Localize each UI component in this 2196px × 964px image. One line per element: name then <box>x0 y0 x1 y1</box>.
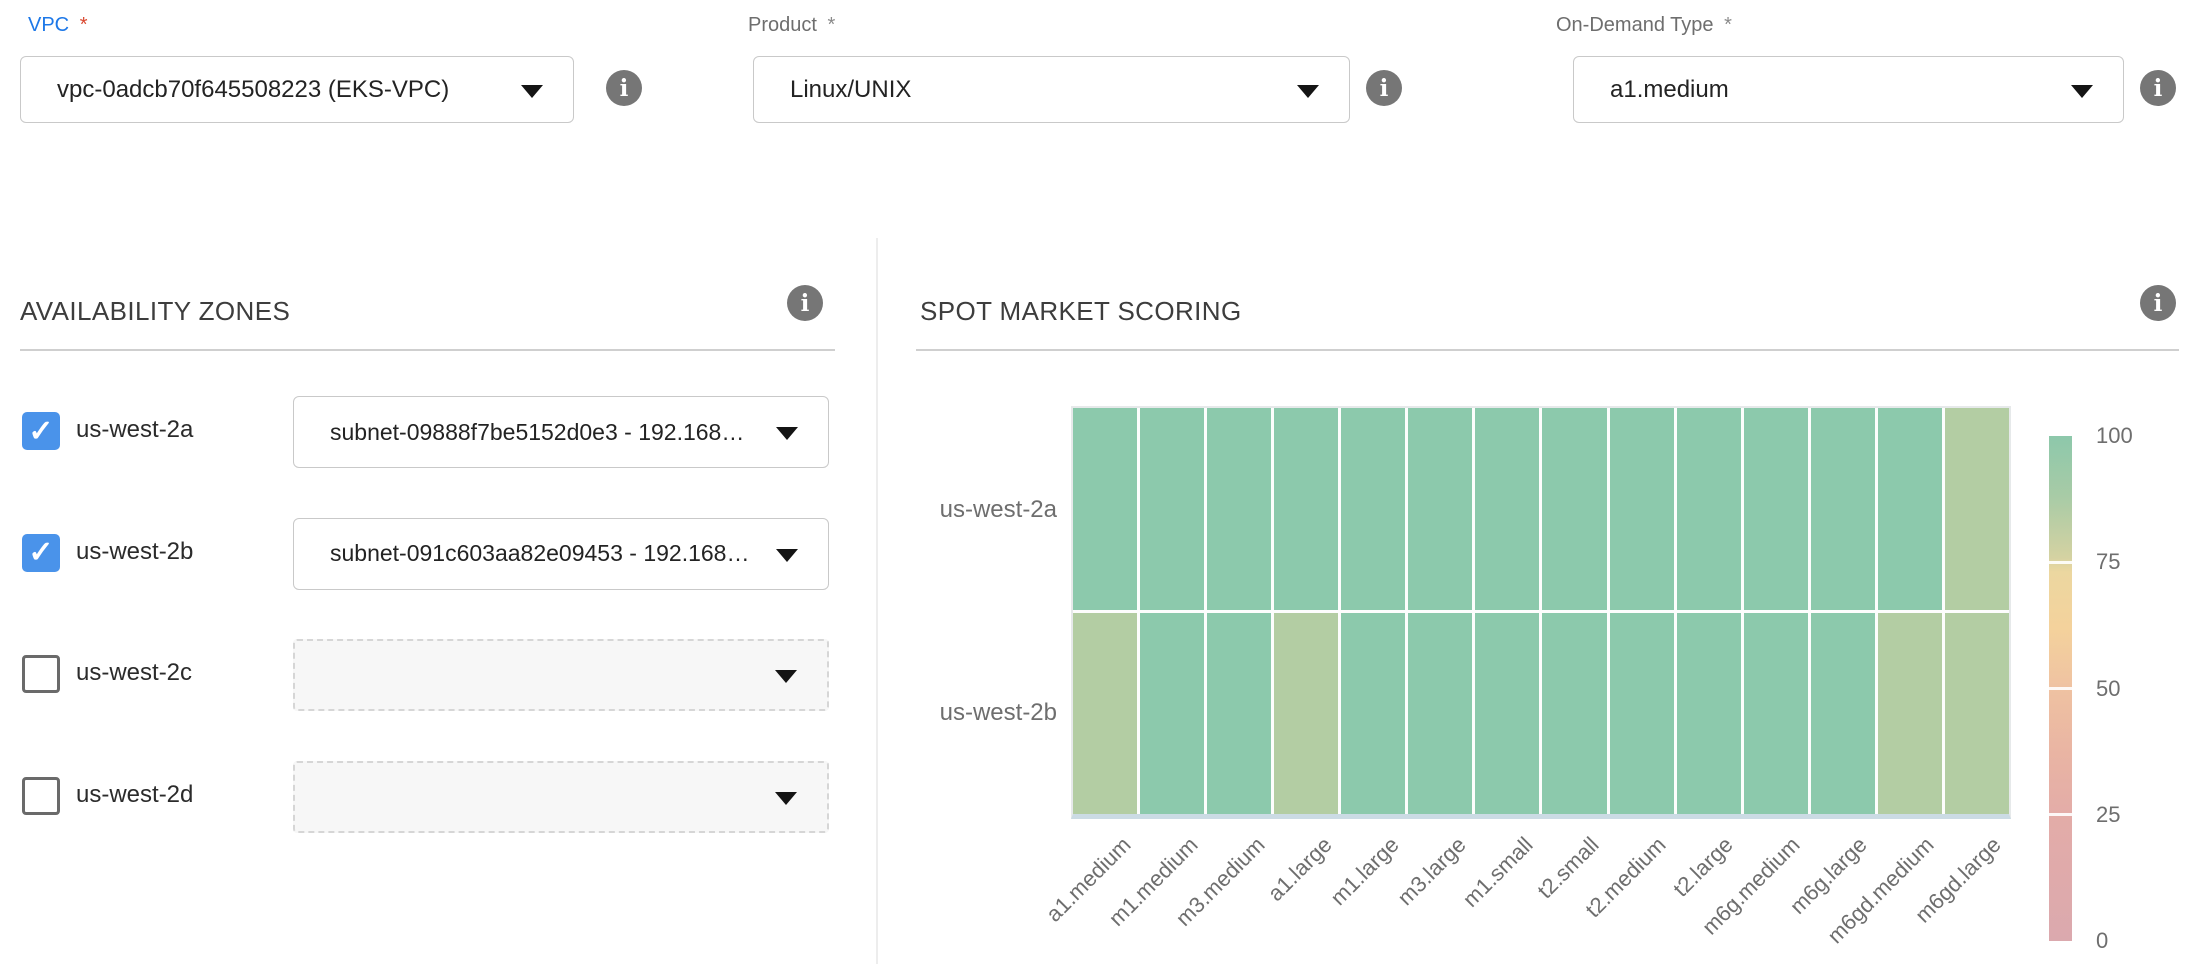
zone-label-us-west-2a: us-west-2a <box>76 416 193 444</box>
spot-market-scoring-rule <box>916 349 2179 351</box>
heatmap-cell-us-west-2b-m6gd.medium <box>1878 613 1942 815</box>
heatmap-cell-us-west-2b-m3.medium <box>1207 613 1271 815</box>
zone-checkbox-us-west-2c[interactable] <box>22 655 60 693</box>
chevron-down-icon <box>1297 85 1319 98</box>
heatmap-cell-us-west-2a-m6gd.large <box>1945 408 2009 610</box>
required-marker: * <box>828 14 836 36</box>
heatmap-cell-us-west-2a-m3.medium <box>1207 408 1271 610</box>
colorbar-tick-line <box>2049 813 2072 816</box>
spot-market-scoring-info-icon[interactable]: i <box>2140 285 2176 321</box>
x-axis-label: a1.large <box>1263 832 1338 907</box>
heatmap-cell-us-west-2a-m1.large <box>1341 408 1405 610</box>
chevron-down-icon <box>775 670 797 683</box>
x-axis-label: m3.large <box>1392 832 1471 911</box>
zone-label-us-west-2b: us-west-2b <box>76 538 193 566</box>
zone-checkbox-us-west-2a[interactable]: ✓ <box>22 412 60 450</box>
product-select[interactable]: Linux/UNIX <box>753 56 1350 123</box>
heatmap-cell-us-west-2b-m1.small <box>1475 613 1539 815</box>
spot-market-config-page: VPC * vpc-0adcb70f645508223 (EKS-VPC) i … <box>0 0 2196 964</box>
heatmap <box>1071 406 2011 819</box>
heatmap-cell-us-west-2b-m1.large <box>1341 613 1405 815</box>
subnet-select-us-west-2b[interactable]: subnet-091c603aa82e09453 - 192.168… <box>293 518 829 590</box>
colorbar-tick-label: 75 <box>2096 549 2120 575</box>
x-axis-label: m1.small <box>1457 832 1538 913</box>
on-demand-type-label-text: On-Demand Type <box>1556 14 1714 36</box>
heatmap-colorbar <box>2049 436 2072 941</box>
heatmap-cell-us-west-2a-m3.large <box>1408 408 1472 610</box>
chevron-down-icon <box>2071 85 2093 98</box>
colorbar-tick-line <box>2049 687 2072 690</box>
required-marker: * <box>1724 14 1732 36</box>
product-info-icon[interactable]: i <box>1366 70 1402 106</box>
heatmap-cell-us-west-2b-t2.medium <box>1610 613 1674 815</box>
heatmap-cell-us-west-2b-a1.large <box>1274 613 1338 815</box>
x-axis-label: m1.large <box>1325 832 1404 911</box>
availability-zones-rule <box>20 349 835 351</box>
y-axis-label: us-west-2a <box>867 496 1057 524</box>
vpc-select[interactable]: vpc-0adcb70f645508223 (EKS-VPC) <box>20 56 574 123</box>
colorbar-tick-label: 25 <box>2096 802 2120 828</box>
colorbar-tick-label: 100 <box>2096 423 2133 449</box>
heatmap-cell-us-west-2a-a1.medium <box>1073 408 1137 610</box>
chevron-down-icon <box>776 549 798 562</box>
vpc-label-text: VPC <box>28 14 69 36</box>
zone-label-us-west-2d: us-west-2d <box>76 781 193 809</box>
chevron-down-icon <box>521 85 543 98</box>
zone-label-us-west-2c: us-west-2c <box>76 659 192 687</box>
heatmap-cell-us-west-2a-a1.large <box>1274 408 1338 610</box>
y-axis-label: us-west-2b <box>867 699 1057 727</box>
section-divider <box>876 238 878 964</box>
availability-zones-info-icon[interactable]: i <box>787 285 823 321</box>
required-marker: * <box>80 14 88 36</box>
subnet-select-value: subnet-091c603aa82e09453 - 192.168… <box>330 540 749 567</box>
colorbar-tick-label: 50 <box>2096 676 2120 702</box>
on-demand-type-select[interactable]: a1.medium <box>1573 56 2124 123</box>
on-demand-type-info-icon[interactable]: i <box>2140 70 2176 106</box>
on-demand-type-select-value: a1.medium <box>1610 76 1729 104</box>
subnet-select-us-west-2a[interactable]: subnet-09888f7be5152d0e3 - 192.168… <box>293 396 829 468</box>
heatmap-cell-us-west-2b-m6g.large <box>1811 613 1875 815</box>
vpc-select-value: vpc-0adcb70f645508223 (EKS-VPC) <box>57 76 449 104</box>
heatmap-cell-us-west-2a-t2.medium <box>1610 408 1674 610</box>
heatmap-cell-us-west-2a-m1.medium <box>1140 408 1204 610</box>
heatmap-cell-us-west-2b-m6gd.large <box>1945 613 2009 815</box>
vpc-label: VPC * <box>28 14 87 37</box>
subnet-select-us-west-2c[interactable] <box>293 639 829 711</box>
subnet-select-value: subnet-09888f7be5152d0e3 - 192.168… <box>330 419 744 446</box>
heatmap-cell-us-west-2b-m6g.medium <box>1744 613 1808 815</box>
chevron-down-icon <box>775 792 797 805</box>
availability-zones-title: AVAILABILITY ZONES <box>20 296 290 327</box>
zone-checkbox-us-west-2b[interactable]: ✓ <box>22 534 60 572</box>
chevron-down-icon <box>776 427 798 440</box>
colorbar-tick-line <box>2049 561 2072 564</box>
product-label-text: Product <box>748 14 817 36</box>
heatmap-cell-us-west-2b-m1.medium <box>1140 613 1204 815</box>
heatmap-cell-us-west-2b-m3.large <box>1408 613 1472 815</box>
on-demand-type-label: On-Demand Type * <box>1556 14 1732 37</box>
zone-checkbox-us-west-2d[interactable] <box>22 777 60 815</box>
product-select-value: Linux/UNIX <box>790 76 911 104</box>
heatmap-cell-us-west-2a-m6g.medium <box>1744 408 1808 610</box>
subnet-select-us-west-2d[interactable] <box>293 761 829 833</box>
spot-market-scoring-title: SPOT MARKET SCORING <box>920 296 1242 327</box>
heatmap-cell-us-west-2a-m6gd.medium <box>1878 408 1942 610</box>
heatmap-cell-us-west-2a-t2.large <box>1677 408 1741 610</box>
heatmap-cell-us-west-2b-t2.small <box>1542 613 1606 815</box>
heatmap-cell-us-west-2a-m6g.large <box>1811 408 1875 610</box>
heatmap-cell-us-west-2a-t2.small <box>1542 408 1606 610</box>
vpc-info-icon[interactable]: i <box>606 70 642 106</box>
heatmap-cell-us-west-2b-t2.large <box>1677 613 1741 815</box>
colorbar-tick-label: 0 <box>2096 928 2108 954</box>
heatmap-cell-us-west-2b-a1.medium <box>1073 613 1137 815</box>
product-label: Product * <box>748 14 835 37</box>
heatmap-cell-us-west-2a-m1.small <box>1475 408 1539 610</box>
